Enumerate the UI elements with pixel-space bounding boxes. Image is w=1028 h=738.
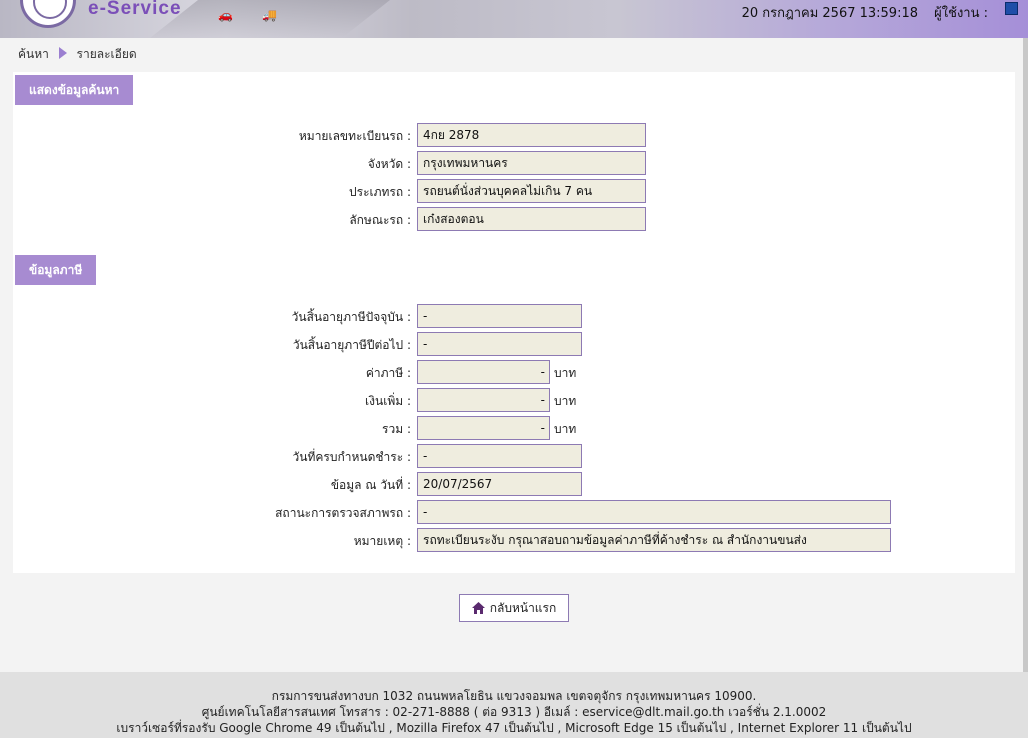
vehicle-style-label: ลักษณะรถ :	[349, 213, 411, 227]
site-header: e-Service 🚗 🚚 20 กรกฎาคม 2567 13:59:18 ผ…	[0, 0, 1028, 38]
province-field: กรุงเทพมหานคร	[417, 151, 646, 175]
eservice-logo-text: e-Service	[88, 0, 182, 19]
home-icon	[471, 602, 485, 614]
total-label: รวม :	[382, 422, 411, 436]
tax-amount-unit: บาท	[554, 366, 577, 380]
breadcrumb-detail: รายละเอียด	[76, 47, 137, 61]
header-user-label: ผู้ใช้งาน :	[934, 6, 988, 21]
province-label: จังหวัด :	[367, 157, 411, 171]
vehicle-type-label: ประเภทรถ :	[349, 185, 411, 199]
home-button-label: กลับหน้าแรก	[489, 601, 557, 615]
breadcrumb-arrow-icon	[58, 47, 67, 59]
tax-amount-field: -	[417, 360, 550, 384]
truck-icon: 🚚	[262, 8, 277, 22]
scrollbar-track[interactable]	[1023, 38, 1028, 738]
tax-expire-next-field: -	[417, 332, 582, 356]
remark-field: รถทะเบียนระงับ กรุณาสอบถามข้อมูลค่าภาษีท…	[417, 528, 891, 552]
due-date-field: -	[417, 444, 582, 468]
total-field: -	[417, 416, 550, 440]
data-as-of-field: 20/07/2567	[417, 472, 582, 496]
total-unit: บาท	[554, 422, 577, 436]
footer-contact: ศูนย์เทคโนโลยีสารสนเทศ โทรสาร : 02-271-8…	[201, 705, 827, 719]
header-datetime: 20 กรกฎาคม 2567 13:59:18	[741, 6, 919, 21]
dlt-seal-logo-icon	[20, 0, 76, 28]
section-title-tax: ข้อมูลภาษี	[15, 255, 97, 285]
tax-expire-current-label: วันสิ้นอายุภาษีปัจจุบัน :	[291, 310, 411, 324]
plate-number-label: หมายเลขทะเบียนรถ :	[298, 129, 411, 143]
section-title-search: แสดงข้อมูลค้นหา	[15, 75, 134, 105]
header-info: 20 กรกฎาคม 2567 13:59:18 ผู้ใช้งาน :	[730, 2, 988, 23]
surcharge-field: -	[417, 388, 550, 412]
breadcrumb: ค้นหา รายละเอียด	[18, 45, 137, 64]
tax-expire-current-field: -	[417, 304, 582, 328]
tax-expire-next-label: วันสิ้นอายุภาษีปีต่อไป :	[292, 338, 411, 352]
plate-number-field: 4กย 2878	[417, 123, 646, 147]
inspection-status-field: -	[417, 500, 891, 524]
vehicle-type-field: รถยนต์นั่งส่วนบุคคลไม่เกิน 7 คน	[417, 179, 646, 203]
tax-amount-label: ค่าภาษี :	[365, 366, 411, 380]
window-control-button[interactable]	[1005, 2, 1018, 15]
footer-browsers: เบราว์เซอร์ที่รองรับ Google Chrome 49 เป…	[116, 721, 912, 735]
remark-label: หมายเหตุ :	[353, 534, 411, 548]
due-date-label: วันที่ครบกำหนดชำระ :	[292, 450, 411, 464]
home-button[interactable]: กลับหน้าแรก	[459, 594, 569, 622]
breadcrumb-search-link[interactable]: ค้นหา	[18, 47, 49, 61]
surcharge-unit: บาท	[554, 394, 577, 408]
footer-address: กรมการขนส่งทางบก 1032 ถนนพหลโยธิน แขวงจอ…	[271, 689, 757, 703]
data-as-of-label: ข้อมูล ณ วันที่ :	[330, 478, 411, 492]
surcharge-label: เงินเพิ่ม :	[365, 394, 411, 408]
site-footer: กรมการขนส่งทางบก 1032 ถนนพหลโยธิน แขวงจอ…	[0, 672, 1028, 738]
inspection-status-label: สถานะการตรวจสภาพรถ :	[275, 506, 411, 520]
vehicle-style-field: เก๋งสองตอน	[417, 207, 646, 231]
car-icon: 🚗	[218, 8, 233, 22]
